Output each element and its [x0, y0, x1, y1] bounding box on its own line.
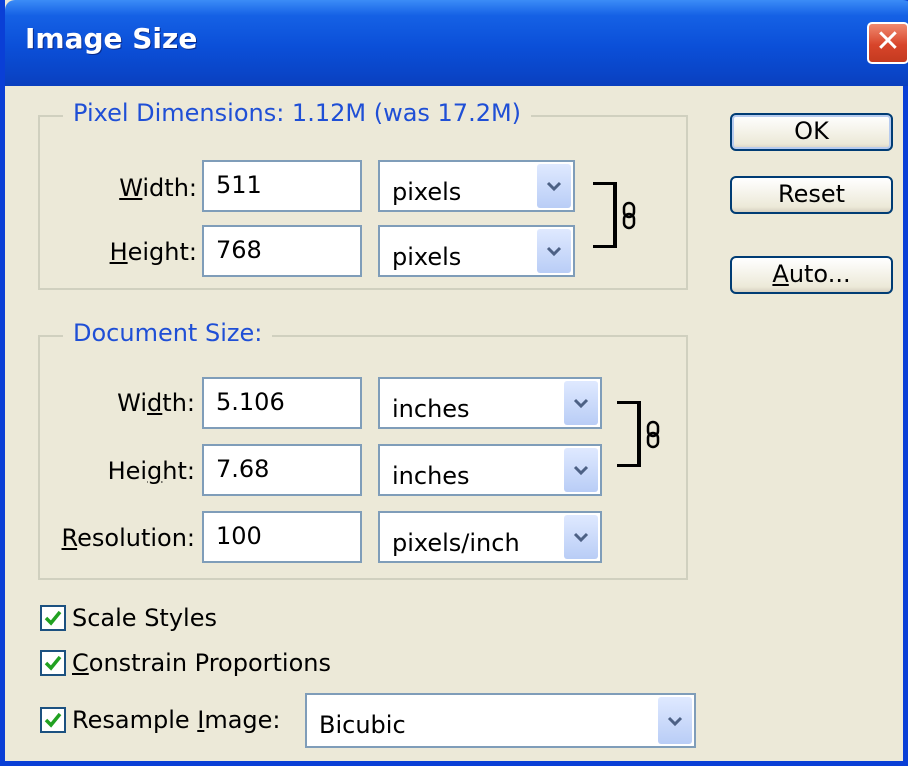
resample-method-select[interactable]: Bicubic [305, 693, 696, 748]
doc-constrain-bracket [617, 401, 641, 467]
scale-styles-label[interactable]: Scale Styles [72, 603, 217, 633]
title-bar[interactable]: Image Size ✕ [5, 0, 908, 86]
constrain-proportions-checkbox[interactable] [40, 650, 66, 676]
document-size-legend: Document Size: [63, 318, 273, 348]
doc-width-label: Width: [117, 389, 195, 417]
checkmark-icon [44, 712, 62, 728]
pixel-width-unit-select[interactable]: pixels [378, 160, 575, 212]
checkmark-icon [44, 610, 62, 626]
chevron-down-icon[interactable] [537, 164, 571, 208]
scale-styles-checkbox[interactable] [40, 605, 66, 631]
chevron-down-icon[interactable] [537, 229, 571, 273]
pixel-width-unit-value: pixels [392, 178, 462, 206]
pixel-width-label: Width: [119, 174, 197, 202]
resample-image-label[interactable]: Resample Image: [72, 705, 281, 735]
chevron-down-icon[interactable] [658, 697, 692, 744]
doc-height-unit-value: inches [392, 462, 470, 490]
auto-button[interactable]: Auto... [730, 256, 893, 294]
close-icon: ✕ [875, 24, 901, 59]
resample-image-checkbox[interactable] [40, 707, 66, 733]
pixel-height-unit-select[interactable]: pixels [378, 225, 575, 277]
pixel-dimensions-legend: Pixel Dimensions: 1.12M (was 17.2M) [63, 98, 532, 128]
pixel-height-label: Height: [109, 238, 197, 266]
doc-width-unit-select[interactable]: inches [378, 377, 602, 429]
chain-link-icon [622, 201, 636, 230]
pixel-height-unit-value: pixels [392, 243, 462, 271]
doc-height-field[interactable]: 7.68 [202, 444, 362, 496]
resample-method-value: Bicubic [319, 711, 406, 739]
reset-button[interactable]: Reset [730, 176, 893, 214]
doc-height-unit-select[interactable]: inches [378, 444, 602, 496]
checkmark-icon [44, 655, 62, 671]
chevron-down-icon[interactable] [564, 448, 598, 492]
resolution-unit-select[interactable]: pixels/inch [378, 511, 602, 563]
doc-height-label: Height: [107, 457, 195, 485]
dialog-title: Image Size [25, 22, 198, 55]
resolution-label: Resolution: [61, 524, 196, 552]
pixel-constrain-bracket [593, 182, 617, 248]
image-size-dialog: Image Size ✕ Pixel Dimensions: 1.12M (wa… [0, 0, 908, 766]
pixel-height-field[interactable]: 768 [202, 225, 362, 277]
constrain-proportions-label[interactable]: Constrain Proportions [72, 648, 331, 678]
chevron-down-icon[interactable] [564, 515, 598, 559]
doc-width-field[interactable]: 5.106 [202, 377, 362, 429]
ok-button[interactable]: OK [730, 113, 893, 151]
pixel-width-field[interactable]: 511 [202, 160, 362, 212]
chain-link-icon [646, 420, 660, 449]
close-button[interactable]: ✕ [867, 22, 908, 64]
chevron-down-icon[interactable] [564, 381, 598, 425]
resolution-field[interactable]: 100 [202, 511, 362, 563]
resolution-unit-value: pixels/inch [392, 529, 520, 557]
doc-width-unit-value: inches [392, 395, 470, 423]
